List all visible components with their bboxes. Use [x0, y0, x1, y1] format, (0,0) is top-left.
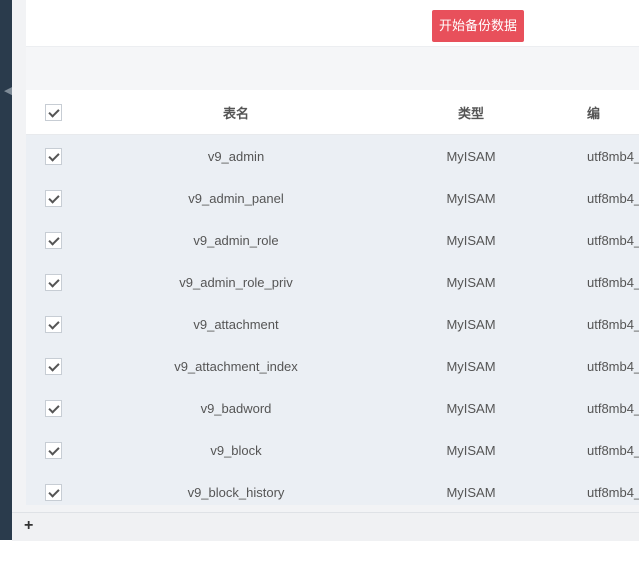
- check-icon: [48, 106, 60, 118]
- check-icon: [48, 192, 60, 204]
- table-row[interactable]: v9_attachment MyISAM utf8mb4_: [26, 303, 639, 345]
- table-type-cell: MyISAM: [446, 400, 496, 416]
- row-checkbox[interactable]: [45, 190, 62, 207]
- table-type-cell: MyISAM: [446, 190, 496, 206]
- table-encoding-cell: utf8mb4_: [587, 358, 639, 374]
- content-area: 开始备份数据 表名 类型 编 v9_admin MyISAM utf8mb4_ v9_…: [12, 0, 639, 540]
- select-all-checkbox[interactable]: [45, 104, 62, 121]
- table-name-cell: v9_admin: [207, 148, 265, 164]
- table-type-cell: MyISAM: [446, 274, 496, 290]
- row-checkbox[interactable]: [45, 484, 62, 501]
- table-row[interactable]: v9_admin_role_priv MyISAM utf8mb4_: [26, 261, 639, 303]
- table-row[interactable]: v9_admin MyISAM utf8mb4_: [26, 135, 639, 177]
- table-list: 表名 类型 编 v9_admin MyISAM utf8mb4_ v9_admin_p…: [26, 90, 639, 505]
- table-toolbar-strip: [26, 46, 639, 91]
- check-icon: [48, 150, 60, 162]
- table-encoding-cell: utf8mb4_: [587, 148, 639, 164]
- column-header-name: 表名: [222, 105, 249, 121]
- row-checkbox[interactable]: [45, 442, 62, 459]
- column-header-type: 类型: [457, 105, 484, 121]
- row-checkbox[interactable]: [45, 232, 62, 249]
- left-nav-bar: ◀: [0, 0, 12, 540]
- table-name-cell: v9_block: [210, 442, 262, 458]
- table-body: v9_admin MyISAM utf8mb4_ v9_admin_panel MyIS…: [26, 135, 639, 505]
- table-name-cell: v9_badword: [200, 400, 272, 416]
- table-name-cell: v9_attachment: [193, 316, 279, 332]
- table-name-cell: v9_admin_panel: [188, 190, 284, 206]
- table-name-cell: v9_admin_role: [193, 232, 279, 248]
- table-type-cell: MyISAM: [446, 484, 496, 500]
- table-row[interactable]: v9_badword MyISAM utf8mb4_: [26, 387, 639, 429]
- table-row[interactable]: v9_admin_panel MyISAM utf8mb4_: [26, 177, 639, 219]
- table-header: 表名 类型 编: [26, 90, 639, 135]
- start-backup-button[interactable]: 开始备份数据: [432, 10, 524, 42]
- table-type-cell: MyISAM: [446, 442, 496, 458]
- row-checkbox[interactable]: [45, 148, 62, 165]
- table-row[interactable]: v9_attachment_index MyISAM utf8mb4_: [26, 345, 639, 387]
- table-encoding-cell: utf8mb4_: [587, 484, 639, 500]
- table-encoding-cell: utf8mb4_: [587, 442, 639, 458]
- table-encoding-cell: utf8mb4_: [587, 400, 639, 416]
- table-row[interactable]: v9_block_history MyISAM utf8mb4_: [26, 471, 639, 505]
- column-header-encoding: 编: [587, 105, 601, 121]
- top-toolbar: 开始备份数据: [26, 0, 639, 46]
- table-encoding-cell: utf8mb4_: [587, 316, 639, 332]
- check-icon: [48, 486, 60, 498]
- table-row[interactable]: v9_block MyISAM utf8mb4_: [26, 429, 639, 471]
- table-type-cell: MyISAM: [446, 316, 496, 332]
- collapse-arrow-icon[interactable]: ◀: [4, 84, 12, 98]
- check-icon: [48, 276, 60, 288]
- check-icon: [48, 318, 60, 330]
- table-encoding-cell: utf8mb4_: [587, 232, 639, 248]
- row-checkbox[interactable]: [45, 316, 62, 333]
- check-icon: [48, 402, 60, 414]
- table-name-cell: v9_attachment_index: [174, 358, 298, 374]
- table-type-cell: MyISAM: [446, 148, 496, 164]
- check-icon: [48, 360, 60, 372]
- check-icon: [48, 444, 60, 456]
- table-type-cell: MyISAM: [446, 358, 496, 374]
- table-type-cell: MyISAM: [446, 232, 496, 248]
- table-encoding-cell: utf8mb4_: [587, 190, 639, 206]
- row-checkbox[interactable]: [45, 274, 62, 291]
- table-encoding-cell: utf8mb4_: [587, 274, 639, 290]
- row-checkbox[interactable]: [45, 400, 62, 417]
- plus-icon[interactable]: +: [24, 518, 38, 534]
- bottom-bar: +: [12, 512, 639, 541]
- table-row[interactable]: v9_admin_role MyISAM utf8mb4_: [26, 219, 639, 261]
- table-name-cell: v9_admin_role_priv: [179, 274, 293, 290]
- check-icon: [48, 234, 60, 246]
- table-name-cell: v9_block_history: [187, 484, 285, 500]
- row-checkbox[interactable]: [45, 358, 62, 375]
